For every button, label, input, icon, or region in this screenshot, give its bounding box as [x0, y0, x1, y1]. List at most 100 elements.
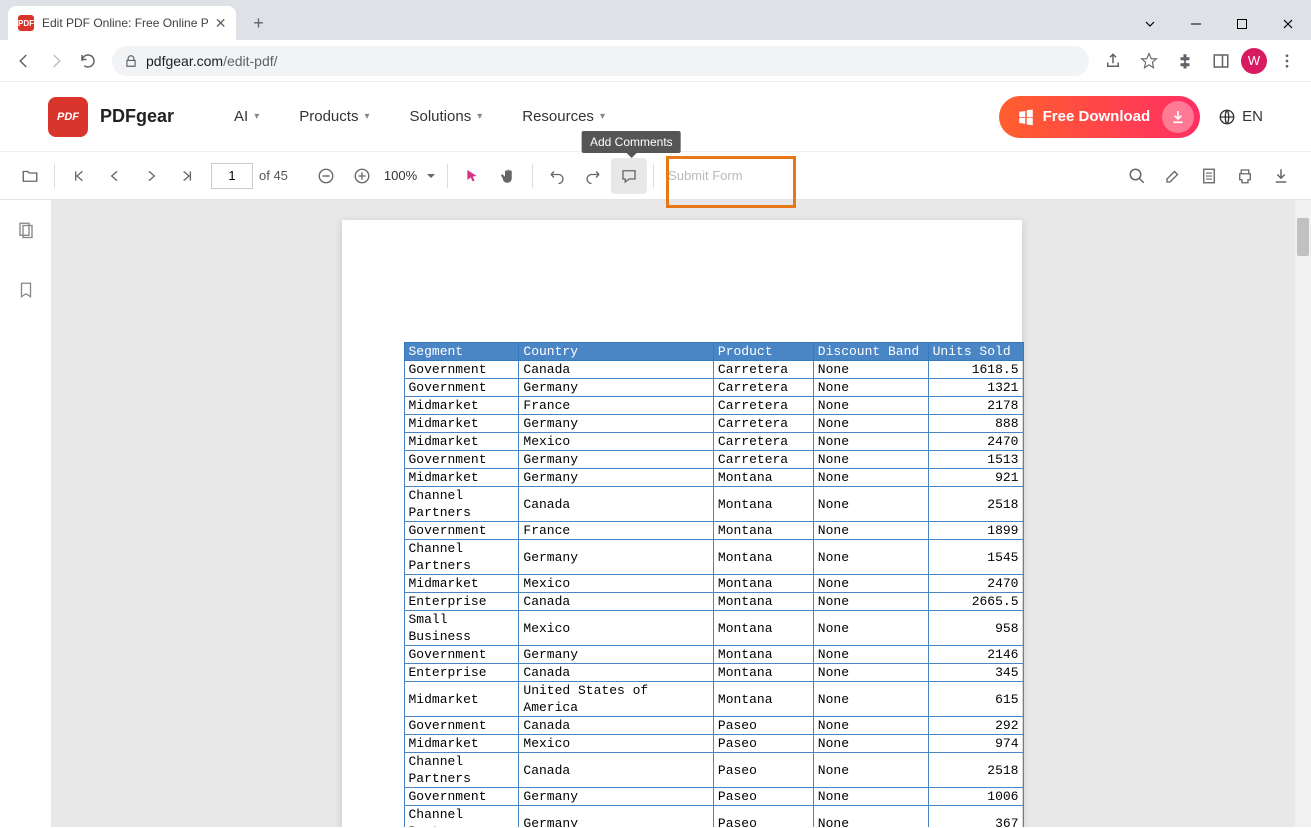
- extensions-icon[interactable]: [1169, 45, 1201, 77]
- table-cell: Montana: [713, 575, 813, 593]
- table-cell: 2518: [928, 753, 1023, 788]
- print-icon[interactable]: [1227, 158, 1263, 194]
- submit-form-button[interactable]: Submit Form: [668, 168, 742, 183]
- browser-tab[interactable]: PDF Edit PDF Online: Free Online P ✕: [8, 6, 236, 40]
- chevron-down-icon[interactable]: [1127, 8, 1173, 40]
- table-cell: 1545: [928, 540, 1023, 575]
- next-page-button[interactable]: [133, 158, 169, 194]
- table-row: EnterpriseCanadaMontanaNone2665.5: [404, 593, 1023, 611]
- brand-logo[interactable]: PDF: [48, 97, 88, 137]
- menu-dots-icon[interactable]: [1271, 45, 1303, 77]
- zoom-out-button[interactable]: [308, 158, 344, 194]
- forward-button[interactable]: [40, 45, 72, 77]
- select-tool[interactable]: [454, 158, 490, 194]
- table-cell: Enterprise: [404, 593, 519, 611]
- pdf-toolbar: of 45 100% Add Comments Submit Form: [0, 152, 1311, 200]
- table-row: MidmarketUnited States of AmericaMontana…: [404, 682, 1023, 717]
- new-tab-button[interactable]: +: [244, 9, 272, 37]
- table-cell: None: [813, 575, 928, 593]
- table-cell: 615: [928, 682, 1023, 717]
- table-cell: Paseo: [713, 806, 813, 828]
- table-cell: Canada: [519, 361, 714, 379]
- thumbnails-icon[interactable]: [8, 212, 44, 248]
- table-cell: Government: [404, 717, 519, 735]
- minimize-button[interactable]: [1173, 8, 1219, 40]
- table-cell: Paseo: [713, 717, 813, 735]
- table-cell: Channel Partners: [404, 487, 519, 522]
- sidepanel-icon[interactable]: [1205, 45, 1237, 77]
- canvas-area[interactable]: SegmentCountryProductDiscount BandUnits …: [52, 200, 1311, 827]
- table-cell: Midmarket: [404, 575, 519, 593]
- table-cell: 367: [928, 806, 1023, 828]
- page-view-icon[interactable]: [1191, 158, 1227, 194]
- bookmark-star-icon[interactable]: [1133, 45, 1165, 77]
- table-cell: Carretera: [713, 451, 813, 469]
- back-button[interactable]: [8, 45, 40, 77]
- chevron-down-icon: ▾: [600, 111, 605, 122]
- first-page-button[interactable]: [61, 158, 97, 194]
- brand-name[interactable]: PDFgear: [100, 106, 174, 127]
- table-cell: Montana: [713, 522, 813, 540]
- zoom-in-button[interactable]: [344, 158, 380, 194]
- table-row: GovernmentGermanyPaseoNone1006: [404, 788, 1023, 806]
- table-header: Product: [713, 343, 813, 361]
- table-cell: 1006: [928, 788, 1023, 806]
- table-row: MidmarketMexicoPaseoNone974: [404, 735, 1023, 753]
- table-cell: Germany: [519, 806, 714, 828]
- table-cell: Montana: [713, 682, 813, 717]
- scrollbar-thumb[interactable]: [1297, 218, 1309, 256]
- free-download-button[interactable]: Free Download: [999, 96, 1201, 138]
- table-cell: Channel Partners: [404, 540, 519, 575]
- menu-solutions[interactable]: Solutions▾: [389, 108, 502, 125]
- table-cell: Montana: [713, 540, 813, 575]
- table-cell: Germany: [519, 451, 714, 469]
- table-cell: None: [813, 397, 928, 415]
- edit-icon[interactable]: [1155, 158, 1191, 194]
- open-file-icon[interactable]: [12, 158, 48, 194]
- table-cell: 2146: [928, 646, 1023, 664]
- menu-products[interactable]: Products▾: [279, 108, 389, 125]
- table-cell: 1618.5: [928, 361, 1023, 379]
- table-header: Discount Band: [813, 343, 928, 361]
- zoom-level[interactable]: 100%: [384, 168, 417, 183]
- table-header: Segment: [404, 343, 519, 361]
- maximize-button[interactable]: [1219, 8, 1265, 40]
- table-cell: 921: [928, 469, 1023, 487]
- table-cell: None: [813, 646, 928, 664]
- table-cell: None: [813, 611, 928, 646]
- close-window-button[interactable]: [1265, 8, 1311, 40]
- last-page-button[interactable]: [169, 158, 205, 194]
- undo-button[interactable]: [539, 158, 575, 194]
- menu-resources[interactable]: Resources▾: [502, 108, 625, 125]
- bookmarks-icon[interactable]: [8, 272, 44, 308]
- table-header: Units Sold: [928, 343, 1023, 361]
- menu-ai[interactable]: AI▾: [214, 108, 279, 125]
- profile-avatar[interactable]: W: [1241, 48, 1267, 74]
- share-icon[interactable]: [1097, 45, 1129, 77]
- separator: [54, 164, 55, 188]
- table-cell: None: [813, 788, 928, 806]
- page-number-input[interactable]: [211, 163, 253, 189]
- address-bar[interactable]: pdfgear.com/edit-pdf/: [112, 46, 1089, 76]
- table-row: Channel PartnersGermanyMontanaNone1545: [404, 540, 1023, 575]
- table-cell: Montana: [713, 646, 813, 664]
- table-cell: Paseo: [713, 788, 813, 806]
- close-tab-icon[interactable]: ✕: [215, 15, 227, 32]
- pdf-page: SegmentCountryProductDiscount BandUnits …: [342, 220, 1022, 827]
- search-icon[interactable]: [1119, 158, 1155, 194]
- zoom-dropdown[interactable]: [421, 158, 441, 194]
- table-cell: Germany: [519, 540, 714, 575]
- language-switcher[interactable]: EN: [1218, 108, 1263, 126]
- table-cell: Montana: [713, 487, 813, 522]
- address-bar-row: pdfgear.com/edit-pdf/ W: [0, 40, 1311, 82]
- reload-button[interactable]: [72, 45, 104, 77]
- table-row: Channel PartnersCanadaMontanaNone2518: [404, 487, 1023, 522]
- hand-tool[interactable]: [490, 158, 526, 194]
- table-row: Channel PartnersCanadaPaseoNone2518: [404, 753, 1023, 788]
- download-icon[interactable]: [1263, 158, 1299, 194]
- scrollbar[interactable]: [1295, 200, 1311, 827]
- redo-button[interactable]: [575, 158, 611, 194]
- prev-page-button[interactable]: [97, 158, 133, 194]
- add-comments-button[interactable]: Add Comments: [611, 158, 647, 194]
- table-cell: 292: [928, 717, 1023, 735]
